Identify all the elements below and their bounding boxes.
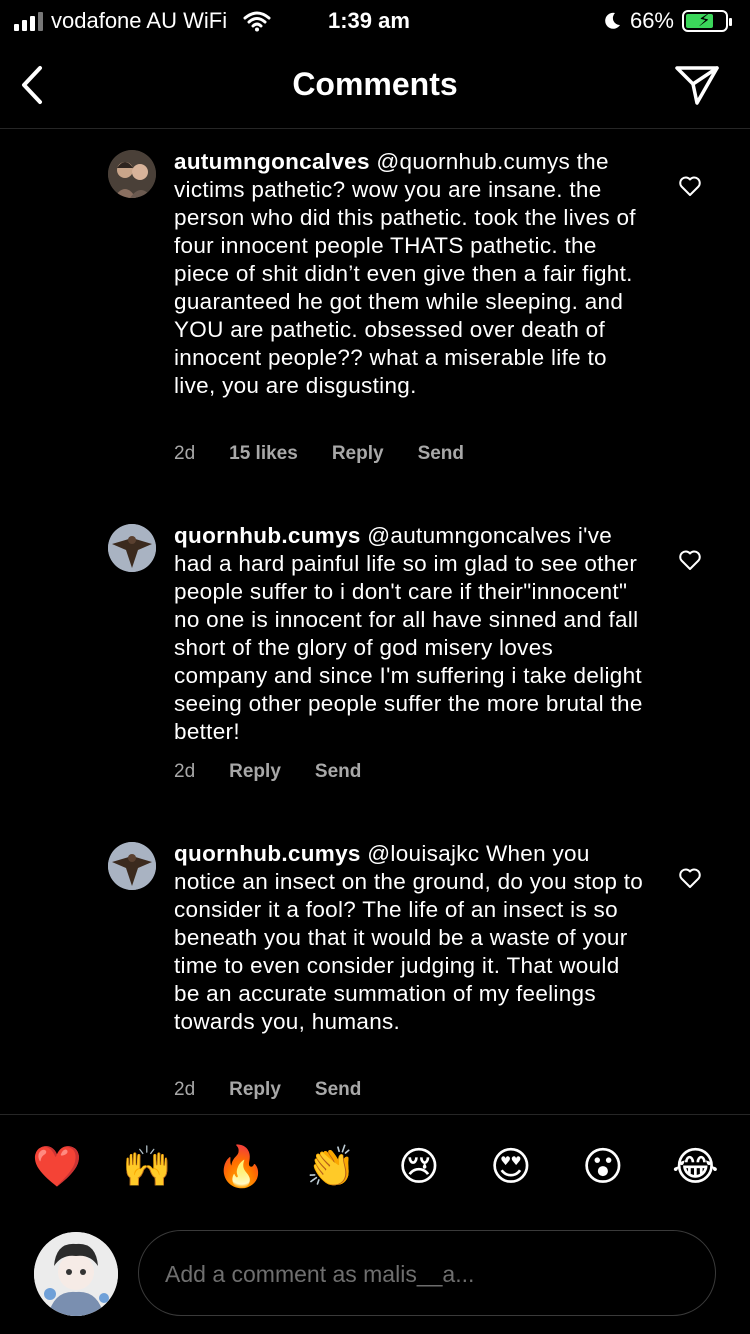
current-user-avatar[interactable]	[34, 1232, 118, 1316]
signal-icon	[14, 11, 43, 31]
send-button[interactable]: Send	[315, 1079, 361, 1101]
comment-username[interactable]: quornhub.cumys	[174, 841, 361, 866]
comment-text: @quornhub.cumys the victims pathetic? wo…	[174, 149, 636, 398]
wifi-icon	[243, 11, 271, 32]
comments-header: Comments	[0, 42, 750, 129]
comment-text: @autumngoncalves i've had a hard painful…	[174, 523, 643, 744]
emoji-raised-hands[interactable]: 🙌	[122, 1143, 172, 1191]
comment-meta: 2d Reply Send	[174, 1079, 361, 1101]
reply-button[interactable]: Reply	[229, 761, 281, 783]
comment-username[interactable]: autumngoncalves	[174, 149, 370, 174]
comment-meta: 2d Reply Send	[174, 761, 361, 783]
status-bar: vodafone AU WiFi 1:39 am 66% ⚡	[0, 0, 750, 42]
page-title: Comments	[292, 66, 458, 102]
send-button[interactable]: Send	[418, 443, 464, 465]
status-time: 1:39 am	[328, 8, 410, 33]
battery-percent: 66%	[629, 8, 674, 33]
comment-time: 2d	[174, 1079, 196, 1100]
emoji-fire[interactable]: 🔥	[216, 1143, 266, 1191]
avatar[interactable]	[108, 524, 156, 572]
emoji-reaction-bar: ❤️ 🙌 🔥 👏 😢 😍 😮 😂	[0, 1114, 750, 1221]
direct-send-icon[interactable]	[674, 64, 720, 106]
battery-icon: ⚡	[682, 10, 732, 32]
emoji-heart-eyes[interactable]: 😍	[490, 1143, 532, 1191]
emoji-surprised[interactable]: 😮	[582, 1143, 624, 1191]
comment-username[interactable]: quornhub.cumys	[174, 523, 361, 548]
moon-icon	[605, 12, 620, 29]
comment-meta: 2d 15 likes Reply Send	[174, 443, 464, 465]
heart-outline-icon[interactable]	[678, 174, 702, 198]
emoji-heart[interactable]: ❤️	[32, 1143, 82, 1191]
comment-input[interactable]: Add a comment as malis__a...	[138, 1230, 716, 1316]
carrier-label: vodafone AU WiFi	[51, 8, 228, 33]
emoji-crying[interactable]: 😢	[398, 1143, 440, 1191]
emoji-laughing[interactable]: 😂	[672, 1143, 719, 1191]
comment-text: @louisajkc When you notice an insect on …	[174, 841, 644, 1034]
comment-time: 2d	[174, 443, 196, 464]
avatar[interactable]	[108, 842, 156, 890]
comment-time: 2d	[174, 761, 196, 782]
heart-outline-icon[interactable]	[678, 866, 702, 890]
send-button[interactable]: Send	[315, 761, 361, 783]
reply-button[interactable]: Reply	[229, 1079, 281, 1101]
heart-outline-icon[interactable]	[678, 548, 702, 572]
avatar[interactable]	[108, 150, 156, 198]
emoji-clap[interactable]: 👏	[306, 1143, 356, 1191]
reply-button[interactable]: Reply	[332, 443, 384, 465]
likes-count[interactable]: 15 likes	[229, 443, 298, 465]
